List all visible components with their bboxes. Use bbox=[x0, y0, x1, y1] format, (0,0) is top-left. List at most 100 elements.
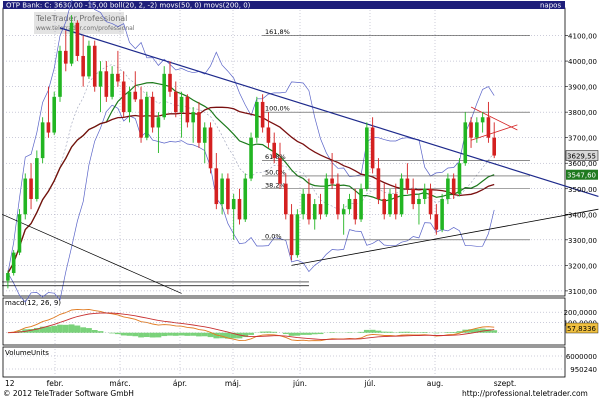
macd-hist-bar bbox=[491, 330, 498, 333]
price-tick-label: 3600,00 bbox=[568, 160, 597, 168]
candle-body bbox=[150, 96, 155, 128]
macd-hist-bar bbox=[68, 324, 75, 333]
candle-body bbox=[446, 178, 450, 199]
price-tick-label: 3200,00 bbox=[568, 262, 597, 270]
macd-hist-bar bbox=[201, 332, 208, 337]
candle-body bbox=[295, 214, 300, 256]
candle-body bbox=[370, 127, 375, 169]
macd-hist-bar bbox=[358, 331, 364, 333]
macd-hist-bar bbox=[410, 332, 417, 333]
candle-body bbox=[237, 198, 242, 220]
macd-hist-bar bbox=[120, 332, 127, 336]
macd-hist-bar bbox=[184, 332, 191, 336]
candle-body bbox=[23, 178, 28, 215]
candle-body bbox=[393, 193, 398, 215]
candle-body bbox=[451, 178, 456, 194]
price-tick-label: 3800,00 bbox=[568, 109, 597, 117]
macd-hist-bar bbox=[132, 332, 139, 337]
candle-body bbox=[231, 198, 236, 210]
macd-hist-bar bbox=[190, 332, 197, 336]
candle-body bbox=[116, 73, 120, 82]
macd-hist-bar bbox=[375, 330, 382, 333]
macd-hist-bar bbox=[294, 332, 301, 336]
macd-hist-bar bbox=[80, 327, 87, 333]
candle-body bbox=[191, 112, 195, 123]
x-tick-label: 12 bbox=[5, 379, 15, 388]
macd-hist-bar bbox=[126, 332, 133, 336]
price-tick-label: 3700,00 bbox=[568, 135, 597, 143]
macd-hist-bar bbox=[259, 331, 266, 333]
candle-body bbox=[382, 198, 387, 215]
candle-body bbox=[480, 117, 485, 123]
x-tick-label: szept. bbox=[494, 379, 517, 388]
candle-body bbox=[214, 168, 219, 205]
macd-hist-bar bbox=[329, 332, 335, 333]
candle-body bbox=[98, 71, 103, 87]
candle-body bbox=[457, 163, 462, 194]
macd-hist-bar bbox=[172, 332, 179, 336]
fib-level-label: 100,0% bbox=[265, 105, 290, 113]
candle-body bbox=[185, 96, 190, 123]
candle-body bbox=[330, 178, 334, 184]
macd-hist-bar bbox=[421, 332, 428, 333]
candle-body bbox=[139, 99, 143, 138]
x-tick-label: márc. bbox=[109, 379, 130, 388]
macd-hist-bar bbox=[161, 332, 168, 337]
ma-value-label: 3547,60 bbox=[567, 172, 596, 180]
candle-body bbox=[156, 117, 161, 128]
price-tick-label: 3300,00 bbox=[568, 237, 597, 245]
macd-hist-bar bbox=[115, 332, 121, 335]
candle-body bbox=[226, 178, 230, 210]
candle-body bbox=[35, 158, 39, 199]
macd-hist-bar bbox=[143, 332, 150, 338]
price-tick-label: 3500,00 bbox=[568, 186, 597, 194]
candle-body bbox=[110, 73, 114, 97]
macd-hist-bar bbox=[317, 332, 324, 335]
x-tick-label: ápr. bbox=[173, 379, 187, 388]
candle-body bbox=[388, 193, 392, 215]
candle-body bbox=[486, 117, 491, 138]
macd-hist-bar bbox=[62, 324, 69, 333]
macd-hist-bar bbox=[91, 330, 98, 333]
candle-body bbox=[75, 22, 80, 56]
macd-hist-bar bbox=[155, 332, 162, 338]
last-price-label: 3629,55 bbox=[567, 153, 596, 161]
macd-hist-bar bbox=[109, 332, 115, 334]
macd-hist-bar bbox=[196, 332, 202, 337]
candle-body bbox=[168, 73, 172, 92]
candle-body bbox=[255, 101, 259, 138]
candle-body bbox=[278, 158, 282, 184]
macd-title: macd(12, 26, 9) bbox=[5, 299, 61, 307]
macd-hist-bar bbox=[369, 329, 376, 333]
candle-body bbox=[127, 91, 132, 113]
macd-hist-bar bbox=[265, 331, 272, 333]
candle-body bbox=[359, 188, 363, 220]
macd-hist-bar bbox=[86, 328, 92, 333]
candle-body bbox=[58, 50, 62, 97]
candle-body bbox=[202, 127, 207, 143]
candle-body bbox=[422, 188, 427, 199]
macd-hist-bar bbox=[433, 332, 440, 334]
candle-body bbox=[145, 96, 149, 138]
period-label: napos bbox=[540, 2, 561, 10]
macd-hist-bar bbox=[149, 332, 156, 338]
macd-hist-bar bbox=[97, 331, 104, 333]
chart-title: OTP Bank: C: 3630,00 -15,00 boll(20, 2, … bbox=[6, 2, 251, 10]
candle-body bbox=[463, 122, 468, 164]
candle-body bbox=[220, 178, 224, 205]
candle-body bbox=[243, 178, 248, 220]
candle-body bbox=[173, 91, 178, 113]
candle-body bbox=[272, 142, 277, 159]
candle-body bbox=[197, 112, 201, 143]
macd-hist-bar bbox=[387, 331, 393, 333]
fib-level-label: 161,8% bbox=[265, 28, 290, 36]
candle-body bbox=[249, 137, 253, 179]
candle-body bbox=[63, 50, 68, 64]
candle-body bbox=[81, 55, 85, 77]
fib-level-label: 50,0% bbox=[265, 168, 286, 176]
candle-body bbox=[69, 22, 74, 64]
candle-body bbox=[283, 183, 288, 215]
macd-hist-bar bbox=[57, 324, 63, 333]
macd-tick-label: 200,0000 bbox=[564, 309, 597, 317]
macd-hist-bar bbox=[404, 331, 411, 333]
